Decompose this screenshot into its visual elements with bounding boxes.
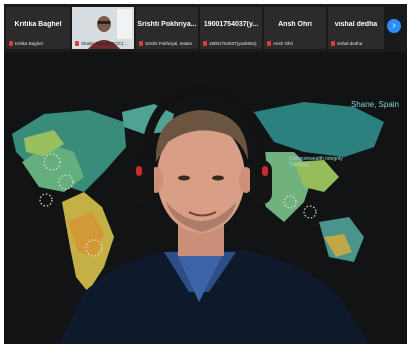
participant-video-tile[interactable]: Shalini Rao (INTC/C)... bbox=[72, 7, 134, 49]
mic-muted-icon bbox=[331, 41, 335, 46]
mic-muted-icon bbox=[75, 41, 79, 46]
background-logo-text: Commonwealth Integrity Tracking bbox=[289, 156, 343, 168]
participant-tile[interactable]: vishal dedha vishal dedha bbox=[328, 7, 384, 49]
participant-label: 19001754037(yash60u) bbox=[203, 41, 261, 46]
participant-label-text: Srishti Pokhriyal, Intake bbox=[145, 41, 193, 46]
next-page-button[interactable]: › bbox=[387, 19, 401, 33]
participant-name: Kritika Baghel bbox=[14, 21, 62, 28]
mic-muted-icon bbox=[203, 41, 207, 46]
participant-label: Kritika Baghel bbox=[9, 41, 69, 46]
participant-label: Shalini Rao (INTC/C)... bbox=[75, 41, 133, 46]
participant-label: Srishti Pokhriyal, Intake bbox=[139, 41, 197, 46]
participant-label-text: Kritika Baghel bbox=[15, 41, 43, 46]
meeting-window: Kritika Baghel Kritika Baghel Shalini Ra… bbox=[4, 4, 407, 344]
mic-muted-icon bbox=[267, 41, 271, 46]
active-speaker-video: Shane, Spain Commonwealth Integrity Trac… bbox=[4, 52, 407, 344]
participant-label: Ansh Ohri bbox=[267, 41, 325, 46]
speaker-video-frame bbox=[4, 52, 407, 344]
speaker-label: Shane, Spain bbox=[350, 100, 399, 109]
participant-tile[interactable]: Ansh Ohri Ansh Ohri bbox=[264, 7, 326, 49]
participant-strip: Kritika Baghel Kritika Baghel Shalini Ra… bbox=[4, 4, 407, 52]
participant-name: vishal dedha bbox=[334, 21, 378, 28]
participant-label-text: Ansh Ohri bbox=[273, 41, 294, 46]
participant-label: vishal dedha bbox=[331, 41, 383, 46]
participant-name: Srishti Pokhriya... bbox=[137, 21, 197, 28]
participant-name: Ansh Ohri bbox=[278, 21, 312, 28]
mic-muted-icon bbox=[9, 41, 13, 46]
mic-muted-icon bbox=[139, 41, 143, 46]
participant-label-text: 19001754037(yash60u) bbox=[209, 41, 257, 46]
participant-tile[interactable]: Kritika Baghel Kritika Baghel bbox=[6, 7, 70, 49]
participant-label-text: vishal dedha bbox=[337, 41, 363, 46]
chevron-right-icon: › bbox=[392, 20, 396, 31]
participant-tile[interactable]: Srishti Pokhriya... Srishti Pokhriyal, I… bbox=[136, 7, 198, 49]
participant-label-text: Shalini Rao (INTC/C)... bbox=[81, 41, 128, 46]
participant-name: 19001754037(y... bbox=[203, 21, 259, 28]
participant-tile[interactable]: 19001754037(y... 19001754037(yash60u) bbox=[200, 7, 262, 49]
